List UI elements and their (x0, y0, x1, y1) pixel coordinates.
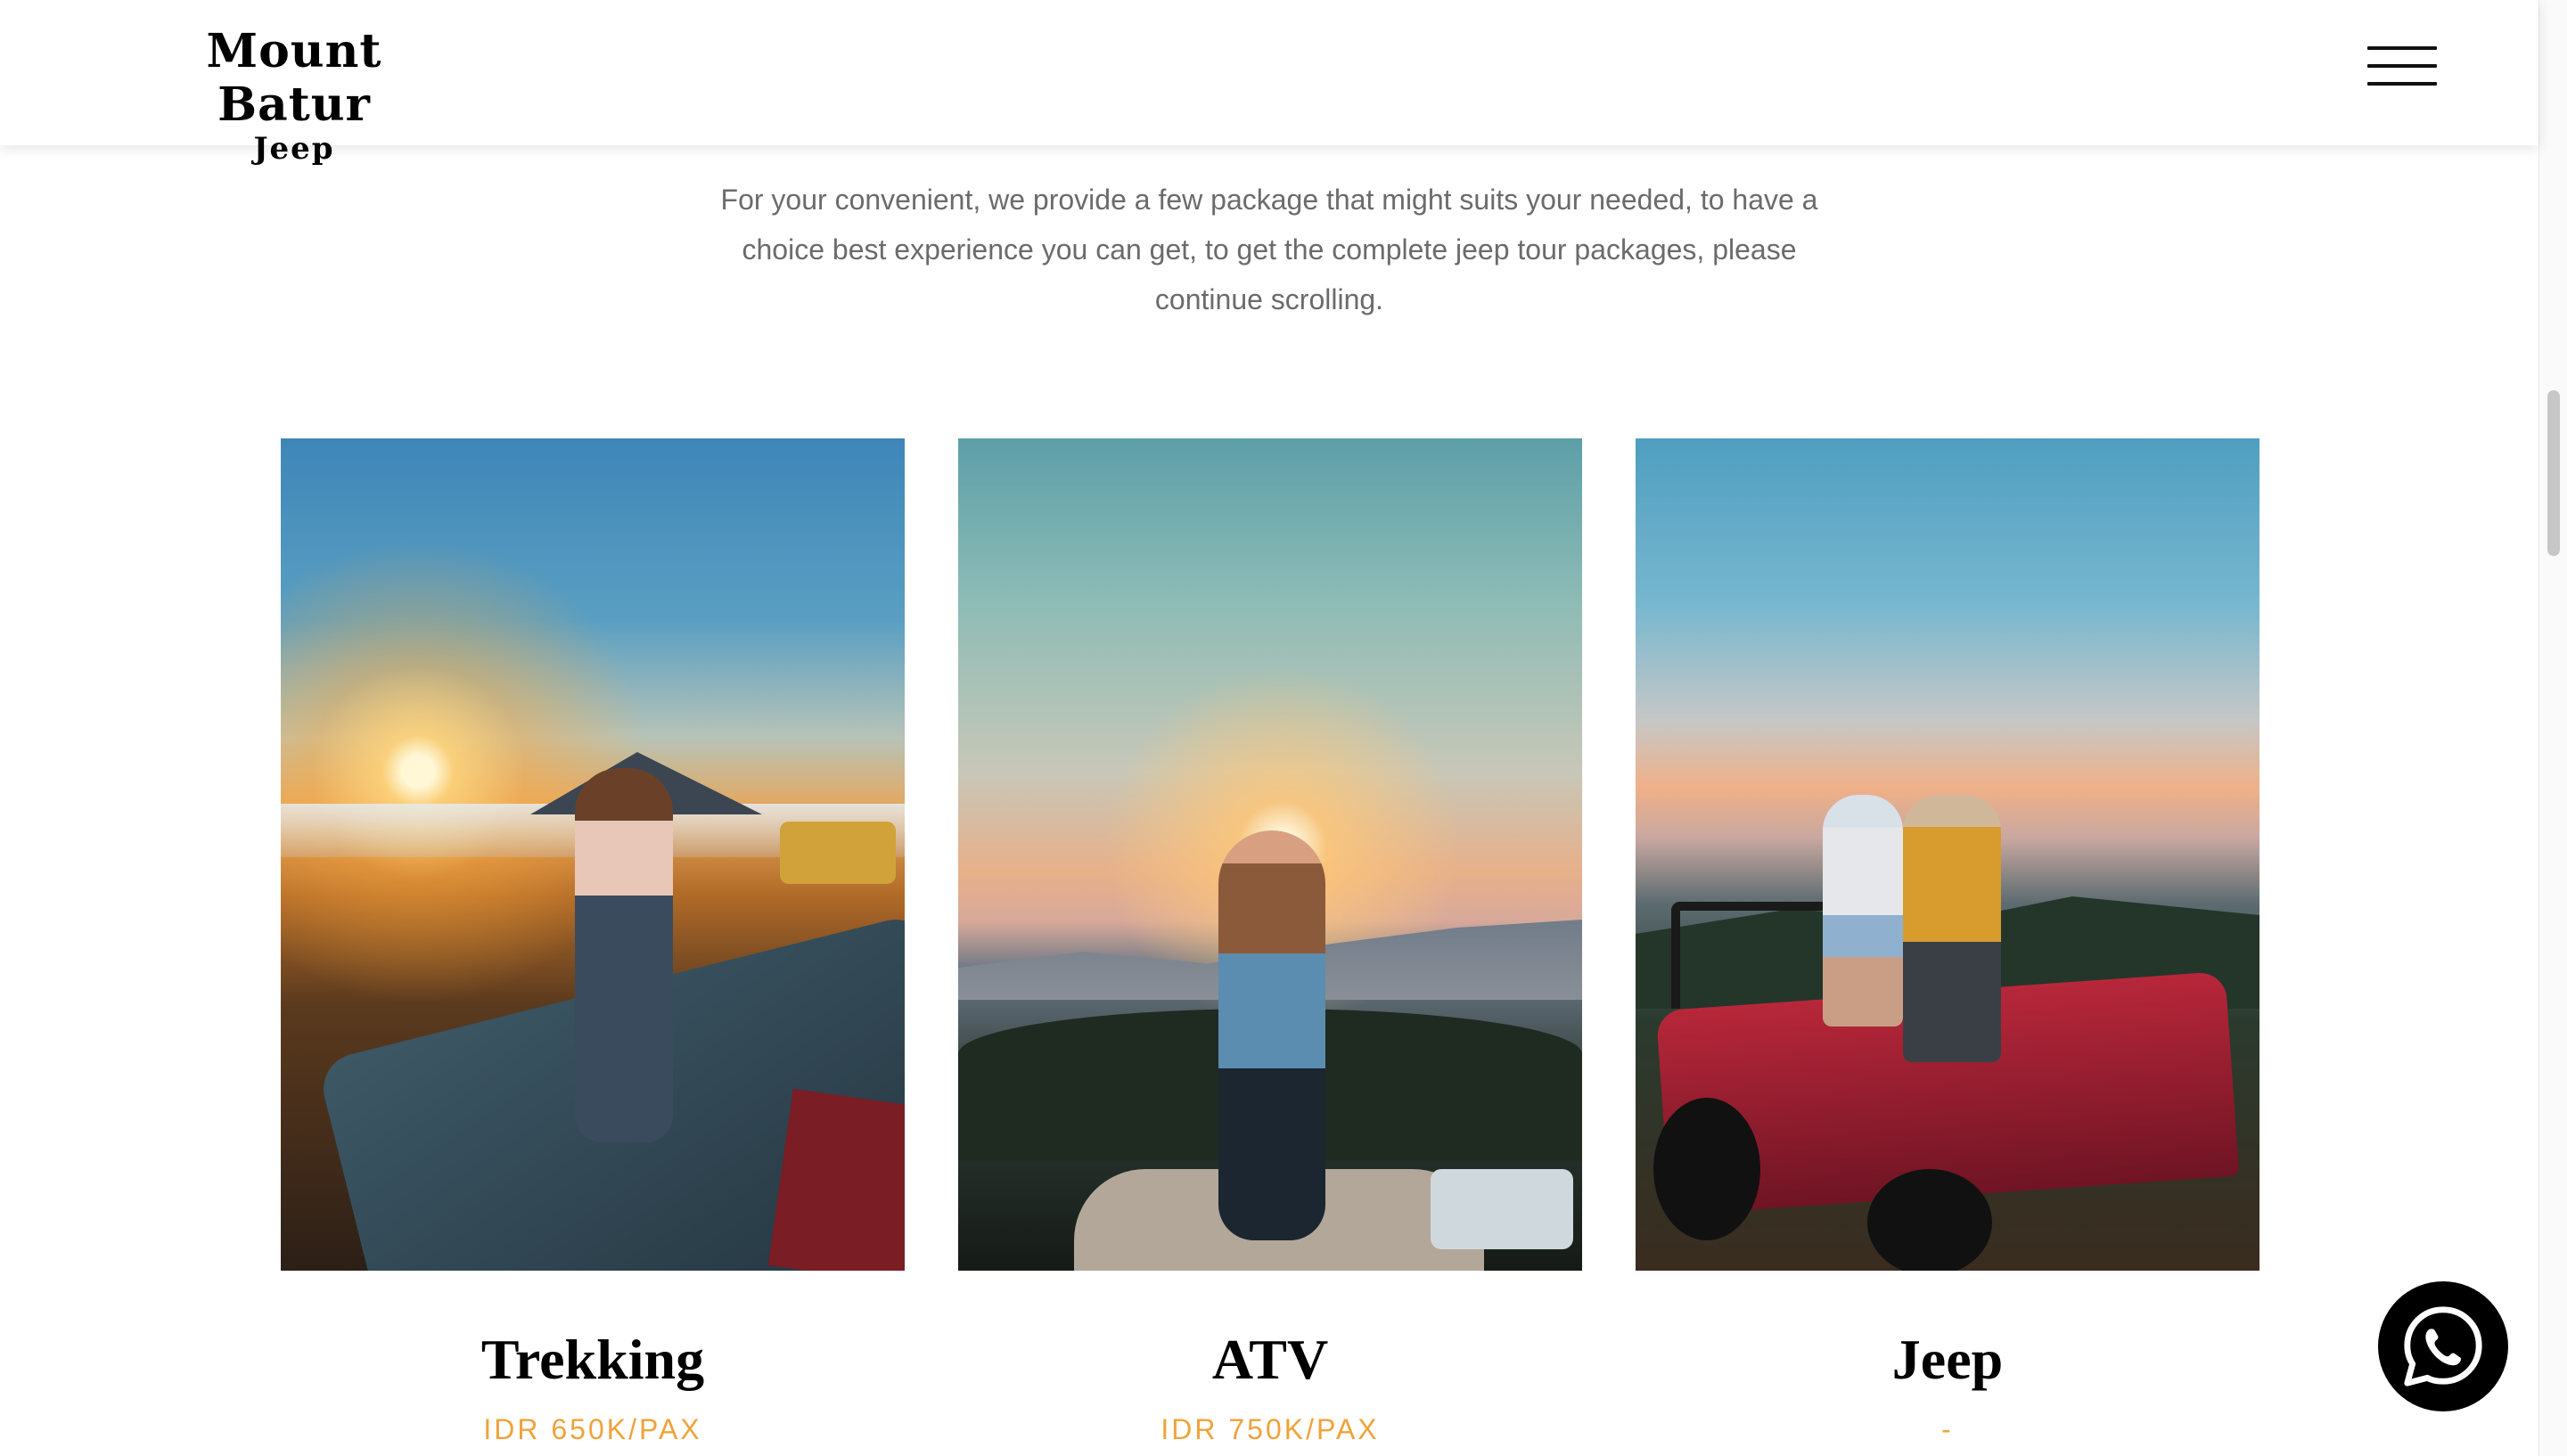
package-card-jeep[interactable] (1636, 438, 2259, 1271)
logo-subtitle: Jeep (253, 131, 335, 167)
site-logo[interactable]: Mount Batur Jeep (147, 24, 441, 167)
jeep-photo (1636, 438, 2259, 1271)
logo-title: Mount Batur (206, 24, 382, 132)
package-title-trekking: Trekking (480, 1328, 705, 1391)
hamburger-icon (2367, 46, 2437, 50)
hamburger-icon-line (2367, 64, 2437, 68)
package-card-atv[interactable] (958, 438, 1582, 1271)
package-title-jeep: Jeep (1891, 1328, 2004, 1391)
photo-wheel (1867, 1169, 1992, 1271)
package-price-trekking: IDR 650K/PAX (483, 1413, 702, 1445)
package-title-atv: ATV (1211, 1328, 1329, 1391)
page: Mount Batur Jeep For your convenient, we… (0, 0, 2567, 1456)
package-card-trekking[interactable] (281, 438, 905, 1271)
photo-jeep (1431, 1169, 1573, 1249)
trekking-photo (281, 438, 905, 1271)
photo-person (575, 768, 673, 1142)
photo-red-jeep (767, 1088, 905, 1271)
photo-wheel (1653, 1098, 1760, 1240)
whatsapp-icon (2404, 1306, 2482, 1386)
photo-yellow-jeep (780, 822, 896, 884)
page-scrollbar[interactable] (2538, 0, 2567, 1456)
photo-person (1218, 830, 1325, 1240)
atv-photo (958, 438, 1582, 1271)
package-price-atv: IDR 750K/PAX (1160, 1413, 1380, 1445)
hamburger-icon-line (2367, 82, 2437, 86)
package-price-jeep: - (1941, 1413, 1954, 1445)
section-intro: For your convenient, we provide a few pa… (720, 184, 1818, 315)
whatsapp-button[interactable] (2378, 1281, 2508, 1411)
menu-button[interactable] (2364, 43, 2439, 91)
site-header: Mount Batur Jeep (0, 0, 2538, 166)
scrollbar-thumb[interactable] (2547, 390, 2560, 556)
photo-person (1823, 795, 1903, 1027)
photo-person (1903, 795, 2001, 1062)
